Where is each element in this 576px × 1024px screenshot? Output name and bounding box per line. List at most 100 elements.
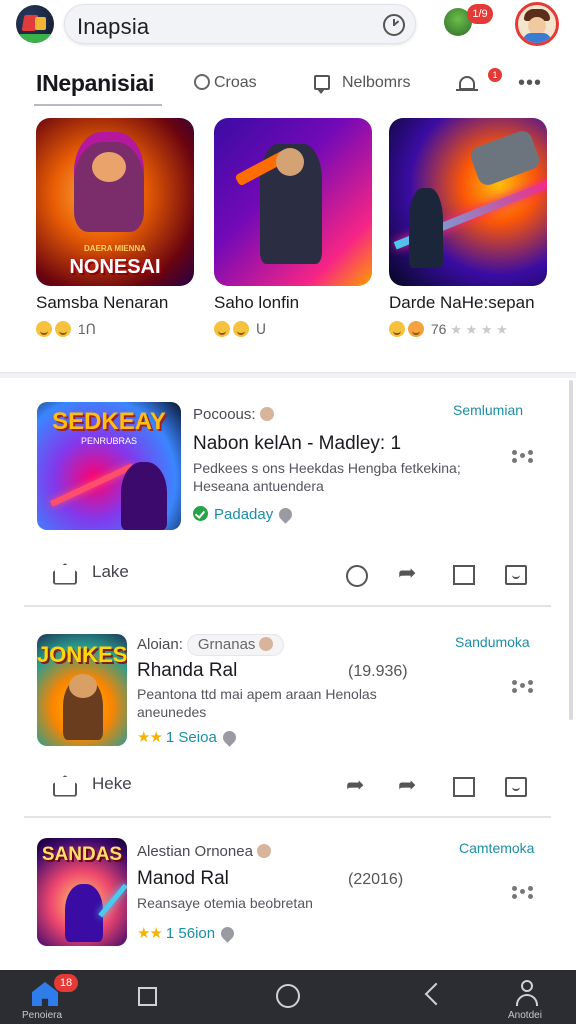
notification-badge: 1/9	[467, 4, 493, 24]
featured-games: DAERA MIENNA NONESAI Samsba Nenaran 1Ո S…	[0, 116, 576, 366]
source-name: Alestian Ornonea	[137, 843, 253, 860]
art-logo: NONESAI	[69, 256, 161, 278]
featured-card[interactable]: DAERA MIENNA NONESAI Samsba Nenaran 1Ո	[36, 116, 194, 346]
emoji-icon	[36, 321, 52, 337]
profile-icon[interactable]	[514, 980, 540, 1006]
post-title[interactable]: Rhanda Ral	[137, 660, 237, 682]
like-label[interactable]: Heke	[92, 774, 132, 794]
post-meta: ★★ 1 56ion	[137, 924, 237, 943]
bookmark-icon[interactable]	[453, 777, 475, 797]
empty-star-icon: ★ ★ ★ ★	[450, 322, 508, 337]
search-input[interactable]: Inapsia	[64, 4, 416, 44]
post-count: (19.936)	[348, 663, 408, 680]
meta-text: Padaday	[214, 506, 274, 523]
post-description: Peantona ttd mai apem araan Henolas aneu…	[137, 686, 377, 720]
scrollbar[interactable]	[569, 380, 573, 720]
featured-card[interactable]: Saho lonfin Ս	[214, 116, 372, 346]
like-label[interactable]: Lake	[92, 562, 129, 582]
source-pill-label: Grnanas	[197, 636, 256, 653]
stars-icon: ★★	[137, 925, 163, 942]
home-label[interactable]: Penoiera	[22, 1010, 62, 1021]
share-icon[interactable]: ➦	[398, 562, 424, 584]
post-actions: Lake ➦	[0, 556, 576, 596]
subscribe-link[interactable]: Camtemoka	[459, 840, 534, 856]
profile-avatar[interactable]	[515, 2, 559, 46]
post-description: Reansaye otemia beobretan	[137, 895, 313, 911]
tab-nelbomrs[interactable]: Nelbomrs	[314, 74, 411, 94]
report-icon[interactable]	[505, 565, 527, 585]
game-rating: 76 ★ ★ ★ ★	[389, 321, 508, 338]
rating-text: Ս	[255, 321, 267, 337]
thumb-logo: JONKES	[37, 642, 127, 667]
tab-nelbomrs-label: Nelbomrs	[342, 74, 411, 91]
recents-square-icon[interactable]	[138, 987, 157, 1006]
comment-icon[interactable]	[346, 565, 368, 587]
emoji-icon	[55, 321, 71, 337]
post-source[interactable]: Pocoous:	[193, 406, 274, 423]
source-name: Aloian:	[137, 636, 183, 653]
bookmark-icon[interactable]	[453, 565, 475, 585]
emoji-icon	[389, 321, 405, 337]
stars-icon: ★★	[137, 729, 163, 746]
post-thumbnail[interactable]: JONKES	[37, 634, 127, 746]
tab-active[interactable]: INepanisiai	[36, 70, 154, 97]
emoji-icon	[233, 321, 249, 337]
meta-text: 1 Seioa	[165, 729, 217, 746]
search-value: Inapsia	[77, 14, 150, 39]
more-options-icon[interactable]	[512, 450, 534, 466]
source-name: Pocoous:	[193, 406, 256, 423]
post-divider	[24, 816, 551, 818]
source-avatar	[259, 407, 274, 421]
thumb-logo: SEDKEAY	[52, 408, 166, 435]
post-title[interactable]: Manod Ral	[137, 868, 229, 890]
more-options-icon[interactable]	[512, 886, 534, 902]
game-rating: 1Ո	[36, 321, 96, 338]
section-divider	[0, 372, 576, 378]
tab-croas[interactable]: Croas	[194, 74, 257, 92]
verified-icon	[193, 506, 208, 521]
more-icon[interactable]: •••	[518, 72, 542, 95]
like-icon[interactable]	[52, 562, 78, 586]
post-actions: Heke ➦ ➦	[0, 768, 576, 808]
profile-label[interactable]: Anotdei	[508, 1010, 542, 1021]
tab-croas-label: Croas	[214, 74, 257, 91]
rating-text: 76	[430, 321, 447, 337]
post-source[interactable]: Alestian Ornonea	[137, 843, 271, 860]
post-meta: Padaday	[193, 505, 295, 524]
back-icon[interactable]	[424, 982, 448, 1006]
home-icon[interactable]: 18	[30, 974, 78, 1006]
post-description: Pedkees s ons Heekdas Hengba fetkekina; …	[193, 460, 461, 494]
post-source[interactable]: Aloian: Grnanas	[137, 634, 285, 656]
subscribe-link[interactable]: Semlumian	[453, 402, 523, 418]
art-logo-sub: DAERA MIENNA	[84, 244, 146, 253]
post-count: (22016)	[348, 871, 404, 888]
post-title[interactable]: Nabon kelAn - Madley: 1	[193, 433, 401, 455]
more-options-icon[interactable]	[512, 680, 534, 696]
game-art: DAERA MIENNA NONESAI	[36, 118, 194, 286]
meta-text: 1 56ion	[165, 925, 216, 942]
home-badge: 18	[54, 974, 78, 992]
bell-badge: 1	[488, 68, 502, 82]
notification-avatar-icon[interactable]: 1/9	[444, 4, 493, 36]
report-icon[interactable]	[505, 777, 527, 797]
thumb-logo-sub: PENRUBRAS	[80, 436, 137, 446]
like-icon[interactable]	[52, 774, 78, 798]
featured-card[interactable]: Darde NaHe:sepan 76 ★ ★ ★ ★	[389, 116, 547, 346]
home-circle-icon[interactable]	[276, 984, 300, 1008]
location-icon	[218, 924, 237, 943]
share-icon[interactable]: ➦	[398, 774, 424, 796]
tab-active-underline	[34, 104, 162, 106]
post-thumbnail[interactable]: SANDAS	[37, 838, 127, 946]
bell-icon[interactable]: 1	[456, 68, 502, 94]
game-name: Saho lonfin	[214, 293, 300, 312]
forward-icon[interactable]: ➦	[346, 774, 372, 796]
post-thumbnail[interactable]: SEDKEAY PENRUBRAS	[37, 402, 181, 530]
history-clock-icon[interactable]	[383, 14, 405, 36]
game-rating: Ս	[214, 321, 266, 338]
location-icon	[220, 728, 239, 747]
chat-icon	[314, 75, 330, 94]
top-bar: Inapsia 1/9	[0, 0, 576, 50]
app-logo-icon[interactable]	[16, 5, 54, 43]
circle-icon	[194, 74, 210, 90]
subscribe-link[interactable]: Sandumoka	[455, 634, 530, 650]
